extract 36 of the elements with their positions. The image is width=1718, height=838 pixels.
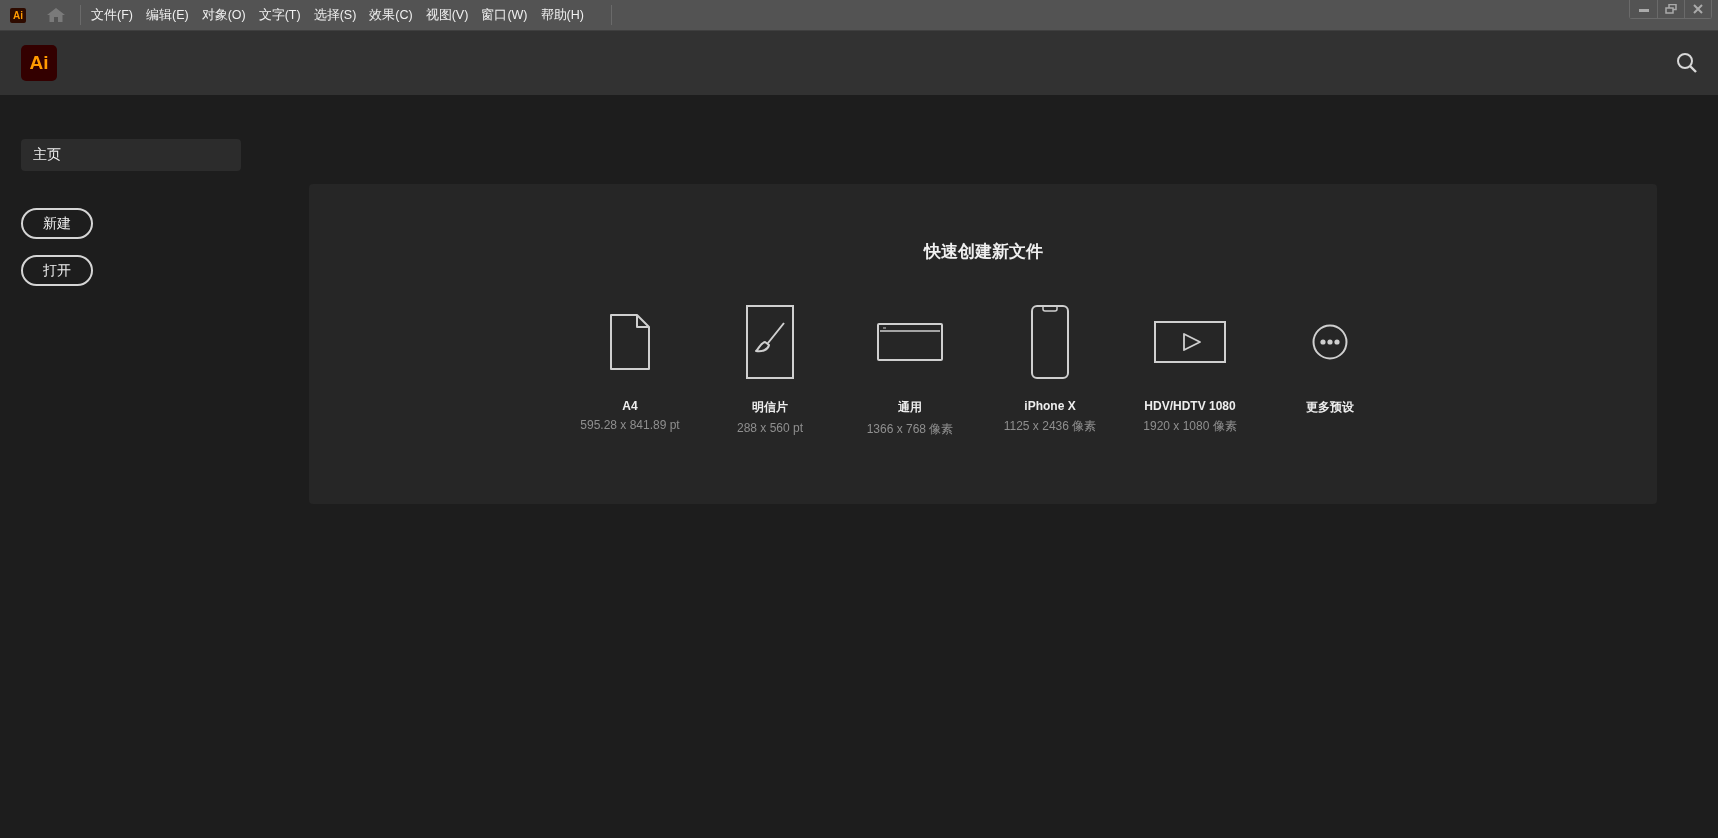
menu-item[interactable]: 帮助(H) (540, 6, 584, 24)
preset-name[interactable]: 明信片 (752, 399, 788, 416)
menu-item[interactable]: 选择(S) (313, 6, 357, 24)
video-play-icon[interactable] (1154, 321, 1226, 363)
preset-name[interactable]: A4 (622, 399, 638, 413)
preset-size: 1366 x 768 像素 (866, 421, 954, 438)
preset-name[interactable]: 更多预设 (1306, 399, 1354, 416)
menu-item[interactable]: 效果(C) (369, 6, 413, 24)
app-logo[interactable]: Ai (10, 7, 26, 23)
app-logo: Ai (21, 45, 57, 81)
phone-icon[interactable] (1031, 305, 1069, 379)
browser-window-icon[interactable] (877, 323, 943, 361)
panel-title: 快速创建新文件 (923, 241, 1043, 263)
preset-name[interactable]: 通用 (898, 399, 922, 416)
sidebar-item[interactable]: 主页 (21, 139, 241, 171)
menu-item[interactable]: 视图(V) (425, 6, 469, 24)
close-icon (1692, 4, 1704, 14)
sidebar-button[interactable]: 新建 (21, 208, 93, 239)
more-icon[interactable] (1312, 324, 1348, 360)
menu-item[interactable]: 文件(F) (91, 6, 133, 24)
menu-item[interactable]: 对象(O) (201, 6, 246, 24)
preset-size: 1920 x 1080 像素 (1143, 418, 1237, 435)
restore-icon (1665, 4, 1677, 14)
preset-name[interactable]: iPhone X (1024, 399, 1076, 413)
menu-item[interactable]: 编辑(E) (145, 6, 189, 24)
menu-item[interactable]: 文字(T) (258, 6, 301, 24)
document-icon[interactable] (609, 313, 651, 371)
menu-item[interactable]: 窗口(W) (481, 6, 528, 24)
preset-size: 595.28 x 841.89 pt (580, 418, 680, 432)
preset-size: 288 x 560 pt (736, 421, 804, 435)
paintbrush-page-icon[interactable] (746, 305, 794, 379)
preset-size: 1125 x 2436 像素 (1003, 418, 1097, 435)
close-button[interactable] (1684, 0, 1711, 18)
sidebar-button[interactable]: 打开 (21, 255, 93, 286)
search-icon[interactable] (1676, 52, 1698, 74)
preset-name[interactable]: HDV/HDTV 1080 (1144, 399, 1236, 413)
